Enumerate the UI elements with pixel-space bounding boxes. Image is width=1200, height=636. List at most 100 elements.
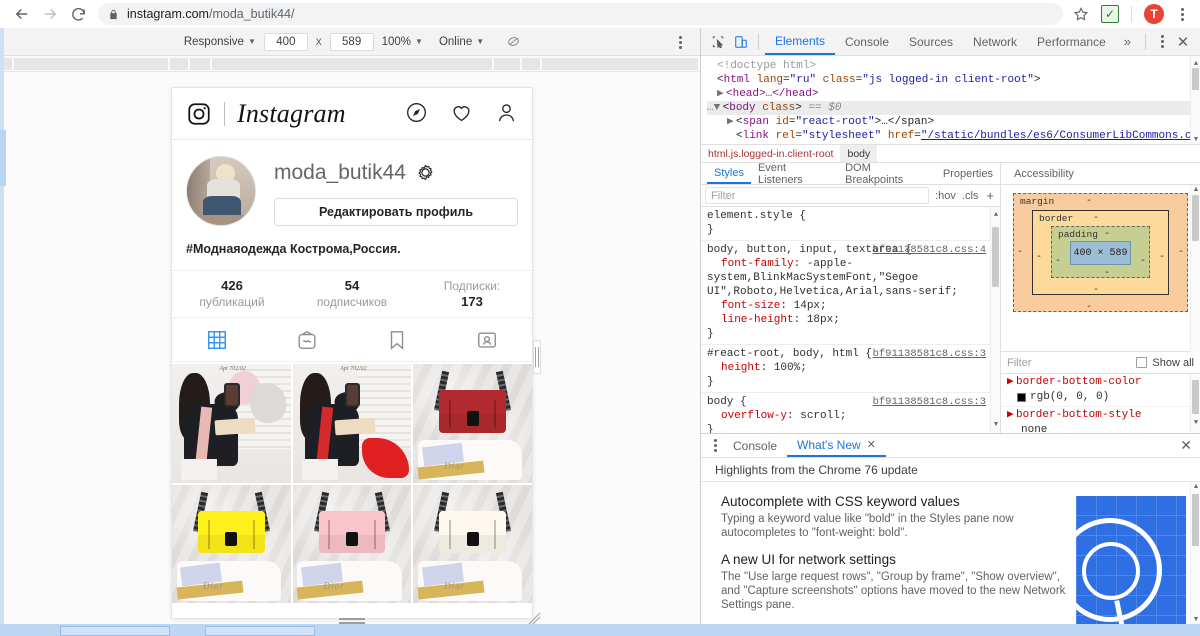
computed-scrollbar[interactable]: ▼ <box>1190 374 1200 433</box>
scroll-up-icon[interactable]: ▲ <box>1192 186 1200 193</box>
heart-activity-icon[interactable] <box>450 101 473 127</box>
rule-source-link[interactable]: bf91138581c8.css:3 <box>873 395 986 409</box>
rule-source-link[interactable]: bf91138581c8.css:3 <box>873 347 986 361</box>
hov-toggle[interactable]: :hov <box>935 190 956 202</box>
padding-top-value[interactable]: - <box>1104 229 1110 240</box>
scroll-up-icon[interactable]: ▲ <box>992 208 1000 222</box>
scroll-thumb[interactable] <box>1192 494 1199 546</box>
device-select[interactable]: Responsive ▼ <box>176 36 264 48</box>
device-toolbar-toggle-icon[interactable] <box>730 30 753 54</box>
scroll-down-icon[interactable]: ▼ <box>1192 616 1200 623</box>
new-style-rule-button[interactable]: + <box>984 188 996 203</box>
tab-sources[interactable]: Sources <box>899 28 963 55</box>
tab-console[interactable]: Console <box>835 28 899 55</box>
stat-followers[interactable]: 54 подписчиков <box>292 278 412 310</box>
border-top-value[interactable]: - <box>1093 213 1099 224</box>
instagram-camera-icon[interactable] <box>186 101 212 127</box>
dom-scrollbar[interactable]: ▲ ▼ <box>1190 56 1200 144</box>
dom-line-link[interactable]: <link rel="stylesheet" href="/static/bun… <box>707 129 1200 143</box>
post-thumbnail[interactable]: Apt 702/02 <box>292 364 412 483</box>
box-model-padding[interactable]: padding - - - - 400 × 589 <box>1051 226 1150 279</box>
tab-network[interactable]: Network <box>963 28 1027 55</box>
taskbar-item[interactable] <box>205 626 315 636</box>
tab-properties[interactable]: Properties <box>936 163 1000 184</box>
inspect-element-icon[interactable] <box>707 30 730 54</box>
style-rule[interactable]: #react-root, body, html { height: 100%; … <box>701 345 1000 393</box>
dom-line-html[interactable]: <html lang="ru" class="js logged-in clie… <box>707 73 1200 87</box>
address-bar[interactable]: instagram.com/moda_butik44/ <box>98 3 1063 25</box>
box-model-margin[interactable]: margin - - - - border - - - - padding - … <box>1013 193 1188 313</box>
padding-bottom-value[interactable]: - <box>1104 268 1110 279</box>
rule-property[interactable]: line-height <box>707 314 794 326</box>
computed-property[interactable]: ▶ border-bottom-style none <box>1001 407 1200 433</box>
checkbox[interactable] <box>1136 357 1148 368</box>
tab-igtv[interactable] <box>262 329 352 351</box>
tab-grid[interactable] <box>172 329 262 351</box>
stat-following[interactable]: Подписки: 173 <box>412 278 532 310</box>
drawer-tab-whats-new[interactable]: What's New ✕ <box>787 434 886 457</box>
computed-filter-input[interactable]: Filter <box>1007 357 1130 369</box>
tab-saved[interactable] <box>352 329 442 351</box>
close-drawer-icon[interactable]: ✕ <box>1180 437 1192 454</box>
rule-source-link[interactable]: bf91138581c8.css:4 <box>873 243 986 257</box>
cls-toggle[interactable]: .cls <box>962 190 979 202</box>
tab-performance[interactable]: Performance <box>1027 28 1116 55</box>
scroll-up-icon[interactable]: ▲ <box>1192 57 1200 68</box>
tab-dom-breakpoints[interactable]: DOM Breakpoints <box>838 162 936 186</box>
settings-gear-icon[interactable] <box>416 163 436 183</box>
back-arrow-icon[interactable] <box>8 0 36 28</box>
device-menu-icon[interactable] <box>670 31 690 53</box>
viewport-resize-handle-right[interactable] <box>533 340 541 374</box>
dom-line-span[interactable]: ▶ <span id="react-root">…</span> <box>707 115 1200 129</box>
style-rule[interactable]: element.style { } <box>701 207 1000 241</box>
border-right-value[interactable]: - <box>1159 252 1165 263</box>
drawer-menu-icon[interactable] <box>707 435 723 457</box>
breadcrumb-body[interactable]: body <box>840 145 878 162</box>
dom-line-head[interactable]: ▶ <head>…</head> <box>707 87 1200 101</box>
drawer-scrollbar[interactable]: ▲ ▼ <box>1190 482 1200 624</box>
edit-profile-button[interactable]: Редактировать профиль <box>274 198 518 226</box>
close-tab-icon[interactable]: ✕ <box>867 438 876 451</box>
tab-elements[interactable]: Elements <box>764 28 835 55</box>
scroll-down-icon[interactable]: ▼ <box>992 418 1000 432</box>
taskbar-item[interactable] <box>60 626 170 636</box>
rule-value[interactable]: 100%; <box>774 362 807 374</box>
person-profile-icon[interactable] <box>495 101 518 127</box>
style-rule[interactable]: body, button, input, textarea { font-fam… <box>701 241 1000 345</box>
styles-scrollbar[interactable]: ▲ ▼ <box>990 207 1000 433</box>
box-model-content[interactable]: 400 × 589 <box>1070 241 1131 265</box>
breadcrumb-html[interactable]: html.js.logged-in.client-root <box>701 145 840 162</box>
devtools-menu-icon[interactable] <box>1152 31 1172 53</box>
tab-event-listeners[interactable]: Event Listeners <box>751 162 838 186</box>
throttle-select[interactable]: Online ▼ <box>431 36 492 48</box>
zoom-select[interactable]: 100% ▼ <box>374 36 431 48</box>
dom-line-body[interactable]: …▼ <body class> == $0 <box>707 101 1200 115</box>
scroll-up-icon[interactable]: ▲ <box>1192 483 1200 490</box>
post-thumbnail[interactable]: Apt 702/02 <box>172 364 291 483</box>
scroll-down-icon[interactable]: ▼ <box>1192 416 1200 431</box>
viewport-width-input[interactable]: 400 <box>263 32 308 51</box>
border-bottom-value[interactable]: - <box>1093 285 1099 296</box>
post-thumbnail[interactable]: Dior <box>413 484 532 604</box>
rule-property[interactable]: overflow-y <box>707 410 787 422</box>
tab-accessibility[interactable]: Accessibility <box>1007 163 1081 184</box>
padding-right-value[interactable]: - <box>1140 256 1146 267</box>
forward-arrow-icon[interactable] <box>36 0 64 28</box>
rule-property[interactable]: font-family <box>707 258 794 270</box>
compass-explore-icon[interactable] <box>405 101 428 127</box>
margin-top-value[interactable]: - <box>1086 196 1092 207</box>
padding-left-value[interactable]: - <box>1055 256 1061 267</box>
show-all-toggle[interactable]: Show all <box>1136 357 1194 369</box>
scroll-thumb[interactable] <box>992 227 999 287</box>
scroll-thumb[interactable] <box>1192 195 1199 241</box>
star-icon[interactable] <box>1069 2 1093 26</box>
color-swatch[interactable] <box>1017 393 1026 402</box>
scroll-down-icon[interactable]: ▼ <box>1192 133 1200 144</box>
chevron-double-right-icon[interactable]: » <box>1116 34 1139 49</box>
tab-tagged[interactable] <box>442 329 532 351</box>
computed-property[interactable]: ▶ border-bottom-color rgb(0, 0, 0) <box>1001 374 1200 407</box>
rule-value[interactable]: 18px; <box>807 314 840 326</box>
profile-avatar[interactable] <box>186 156 256 226</box>
three-dot-menu-icon[interactable] <box>1172 3 1192 25</box>
scroll-thumb[interactable] <box>1192 380 1199 414</box>
